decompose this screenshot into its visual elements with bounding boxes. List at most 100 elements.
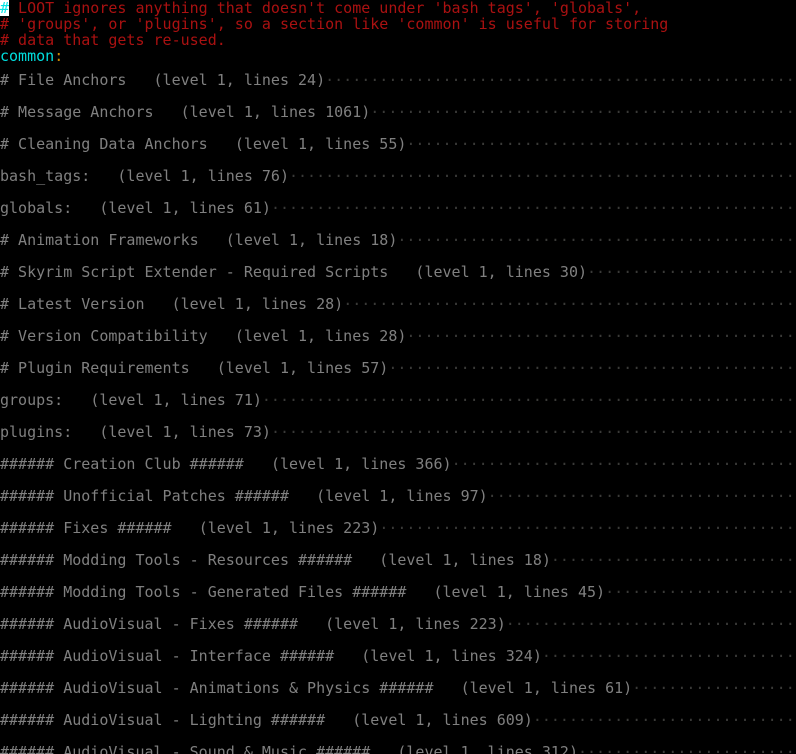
fold-title: ###### AudioVisual - Fixes ###### [0,615,299,633]
fold-gap [63,391,90,409]
fold-meta: (level 1, lines 18) [225,231,398,249]
fold-meta: (level 1, lines 223) [325,615,506,633]
yaml-key-common[interactable]: common: [0,48,796,64]
fold-title: # Message Anchors [0,103,154,121]
fold-gap [172,519,199,537]
fold-title: globals: [0,199,73,217]
fold-gap [406,583,433,601]
fold-meta: (level 1, lines 312) [397,743,578,754]
fold-gap [388,263,415,281]
fold-gap [145,295,172,313]
fold-meta: (level 1, lines 366) [270,455,452,473]
fold-fill-dots: ········································… [289,167,796,185]
fold-gap [72,423,99,441]
fold-gap [208,327,235,345]
fold-gap [352,551,379,569]
fold-row[interactable]: ###### Unofficial Patches ###### (level … [0,480,796,512]
fold-row[interactable]: ###### AudioVisual - Interface ###### (l… [0,640,796,672]
fold-row[interactable]: ###### Modding Tools - Resources ###### … [0,544,796,576]
fold-row[interactable]: groups: (level 1, lines 71)·············… [0,384,796,416]
comment-line-1-text: LOOT ignores anything that doesn't come … [9,0,642,16]
fold-gap [208,135,235,153]
fold-gap [325,711,352,729]
fold-meta: (level 1, lines 28) [171,295,344,313]
fold-title: ###### AudioVisual - Interface ###### [0,647,335,665]
fold-row[interactable]: # Latest Version (level 1, lines 28)····… [0,288,796,320]
fold-fill-dots: ········································… [379,519,796,537]
fold-meta: (level 1, lines 18) [379,551,551,569]
yaml-key-name: common [0,48,55,64]
fold-fill-dots: ········································… [397,231,796,249]
fold-fill-dots: ········································… [270,423,796,441]
terminal-window[interactable]: # LOOT ignores anything that doesn't com… [0,0,796,754]
fold-fill-dots: ········································… [587,263,796,281]
editor-buffer[interactable]: # LOOT ignores anything that doesn't com… [0,0,796,754]
fold-meta: (level 1, lines 324) [361,647,542,665]
fold-row[interactable]: # Cleaning Data Anchors (level 1, lines … [0,128,796,160]
fold-row[interactable]: plugins: (level 1, lines 73)············… [0,416,796,448]
fold-title: ###### AudioVisual - Sound & Music #####… [0,743,371,754]
fold-title: # File Anchors [0,71,127,89]
fold-row[interactable]: # Plugin Requirements (level 1, lines 57… [0,352,796,384]
fold-row[interactable]: # Animation Frameworks (level 1, lines 1… [0,224,796,256]
fold-gap [289,487,316,505]
fold-row[interactable]: ###### AudioVisual - Sound & Music #####… [0,736,796,754]
fold-list: # File Anchors (level 1, lines 24)······… [0,64,796,754]
fold-gap [370,743,397,754]
fold-meta: (level 1, lines 61) [99,199,271,217]
fold-title: bash_tags: [0,167,91,185]
fold-row[interactable]: globals: (level 1, lines 61)············… [0,192,796,224]
fold-fill-dots: ········································… [388,359,796,377]
fold-title: ###### Modding Tools - Resources ###### [0,551,353,569]
fold-gap [190,359,217,377]
fold-fill-dots: ········································… [406,327,796,345]
fold-meta: (level 1, lines 71) [90,391,262,409]
fold-gap [90,167,117,185]
fold-title: # Version Compatibility [0,327,208,345]
fold-row[interactable]: # File Anchors (level 1, lines 24)······… [0,64,796,96]
fold-gap [244,455,271,473]
fold-meta: (level 1, lines 30) [415,263,588,281]
fold-row[interactable]: # Message Anchors (level 1, lines 1061)·… [0,96,796,128]
text-cursor[interactable]: # [0,0,10,16]
fold-title: ###### Modding Tools - Generated Files #… [0,583,407,601]
fold-meta: (level 1, lines 73) [99,423,271,441]
fold-meta: (level 1, lines 45) [433,583,606,601]
fold-title: groups: [0,391,64,409]
fold-fill-dots: ········································… [541,647,796,665]
yaml-key-colon: : [54,48,64,64]
fold-meta: (level 1, lines 61) [460,679,633,697]
fold-fill-dots: ········································… [632,679,796,697]
fold-fill-dots: ········································… [343,295,796,313]
fold-fill-dots: ········································… [505,615,796,633]
fold-title: ###### AudioVisual - Animations & Physic… [0,679,434,697]
fold-gap [298,615,325,633]
fold-title: # Plugin Requirements [0,359,190,377]
fold-row[interactable]: ###### Fixes ###### (level 1, lines 223)… [0,512,796,544]
fold-row[interactable]: ###### AudioVisual - Fixes ###### (level… [0,608,796,640]
fold-title: # Cleaning Data Anchors [0,135,208,153]
fold-meta: (level 1, lines 1061) [180,103,371,121]
fold-meta: (level 1, lines 97) [316,487,488,505]
fold-meta: (level 1, lines 609) [352,711,533,729]
fold-row[interactable]: ###### Modding Tools - Generated Files #… [0,576,796,608]
fold-row[interactable]: ###### AudioVisual - Animations & Physic… [0,672,796,704]
fold-row[interactable]: ###### Creation Club ###### (level 1, li… [0,448,796,480]
fold-row[interactable]: # Version Compatibility (level 1, lines … [0,320,796,352]
fold-meta: (level 1, lines 28) [234,327,407,345]
fold-fill-dots: ········································… [577,743,796,754]
fold-title: ###### Fixes ###### [0,519,172,537]
fold-row[interactable]: # Skyrim Script Extender - Required Scri… [0,256,796,288]
fold-row[interactable]: bash_tags: (level 1, lines 76)··········… [0,160,796,192]
fold-gap [433,679,460,697]
fold-fill-dots: ········································… [451,455,796,473]
fold-gap [126,71,153,89]
fold-row[interactable]: ###### AudioVisual - Lighting ###### (le… [0,704,796,736]
comment-line-1: # LOOT ignores anything that doesn't com… [0,0,796,16]
fold-fill-dots: ········································… [406,135,796,153]
fold-fill-dots: ········································… [325,71,796,89]
fold-title: ###### Creation Club ###### [0,455,244,473]
fold-title: # Animation Frameworks [0,231,199,249]
fold-gap [199,231,226,249]
comment-line-3: # data that gets re-used. [0,32,226,48]
